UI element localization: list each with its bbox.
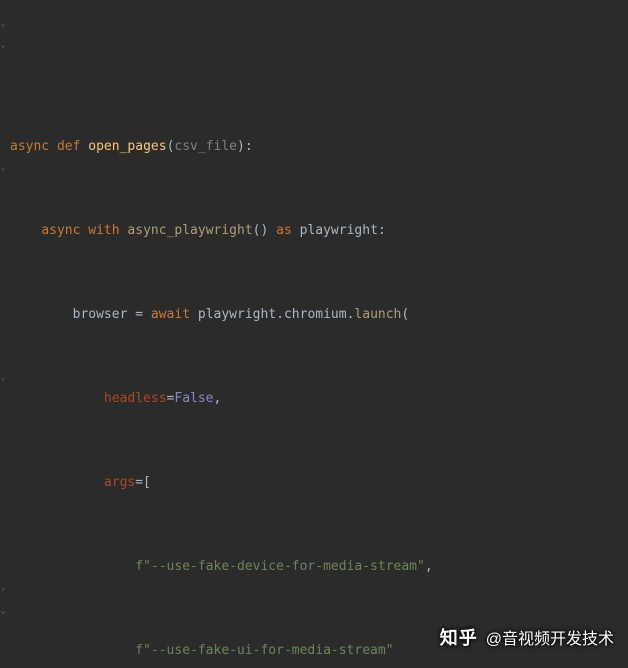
zhihu-watermark: 知乎 @音视频开发技术 (440, 624, 614, 650)
zhihu-logo-icon: 知乎 (440, 624, 478, 650)
code-line[interactable]: f"--use-fake-device-for-media-stream", (10, 556, 628, 577)
code-line[interactable]: async def open_pages(csv_file): (10, 136, 628, 157)
fold-marker[interactable]: › (0, 370, 8, 391)
fold-marker[interactable]: › (0, 580, 8, 601)
code-editor: ⌄ ⌄ › › › ⌄ async def open_pages(csv_fil… (0, 0, 628, 668)
code-line[interactable]: args=[ (10, 472, 628, 493)
watermark-text: @音视频开发技术 (486, 625, 614, 649)
fold-marker[interactable]: ⌄ (0, 14, 8, 35)
fold-gutter: ⌄ ⌄ › › › ⌄ (0, 0, 8, 668)
fold-marker[interactable]: › (0, 160, 8, 181)
code-line[interactable]: headless=False, (10, 388, 628, 409)
fold-marker[interactable]: ⌄ (0, 35, 8, 56)
fold-marker[interactable]: ⌄ (0, 601, 8, 622)
code-line[interactable]: async with async_playwright() as playwri… (10, 220, 628, 241)
code-line[interactable]: browser = await playwright.chromium.laun… (10, 304, 628, 325)
